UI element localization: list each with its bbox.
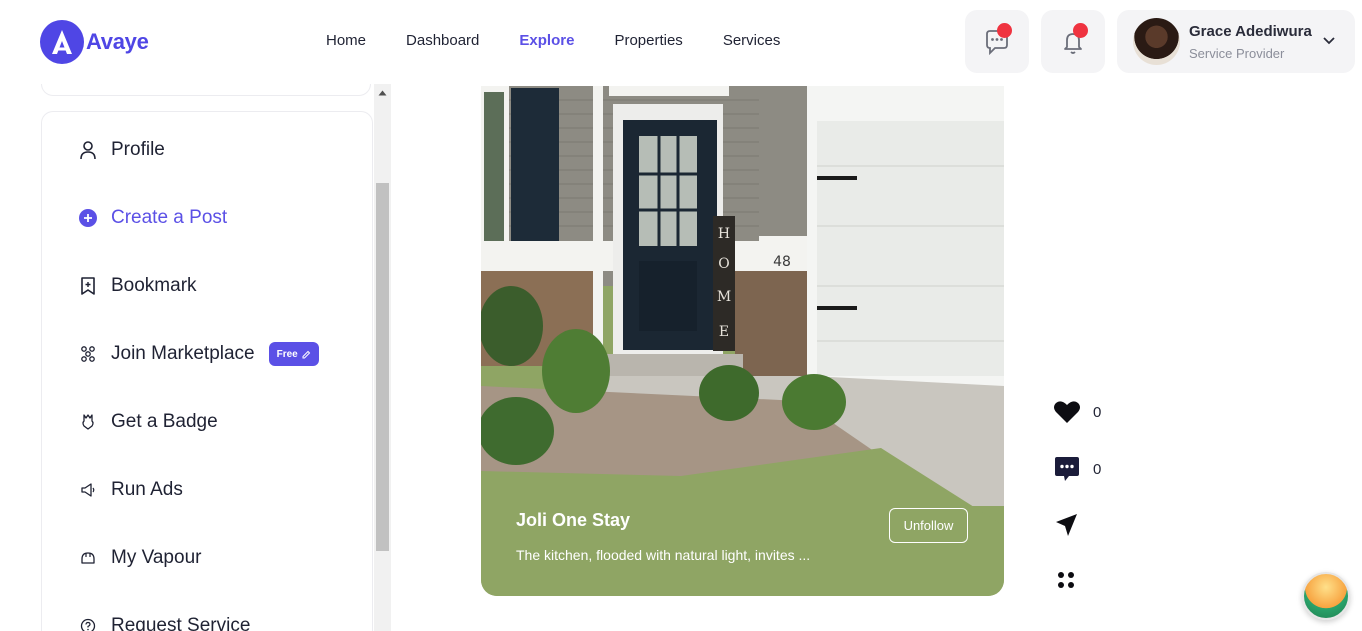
sidebar-item-request-service[interactable]: Request Service	[78, 611, 250, 631]
comment-count: 0	[1093, 460, 1102, 478]
heart-icon	[1054, 401, 1080, 423]
sidebar-item-label: Profile	[111, 139, 165, 160]
sidebar-item-label: Create a Post	[111, 207, 228, 228]
sidebar-item-create-post[interactable]: Create a Post	[78, 203, 227, 233]
sidebar-item-label: Request Service	[111, 615, 251, 631]
bookmark-icon	[78, 276, 98, 296]
sidebar-item-run-ads[interactable]: Run Ads	[78, 475, 183, 505]
vapour-icon	[78, 548, 98, 568]
help-circle-icon	[78, 616, 98, 631]
megaphone-icon	[78, 480, 98, 500]
sidebar-scrollbar[interactable]	[374, 84, 391, 631]
sidebar-top-card	[41, 84, 371, 96]
user-menu[interactable]: Grace Adediwura Service Provider	[1117, 10, 1355, 73]
logo-mark-icon	[40, 20, 84, 64]
chevron-down-icon	[1323, 37, 1335, 45]
avatar	[1133, 18, 1180, 65]
nav-properties[interactable]: Properties	[614, 32, 682, 49]
scrollbar-thumb[interactable]	[376, 183, 389, 551]
sidebar-item-label: Join Marketplace	[111, 343, 255, 364]
logo[interactable]: Avaye	[40, 20, 149, 64]
svg-text:48: 48	[773, 254, 791, 270]
sidebar-item-my-vapour[interactable]: My Vapour	[78, 543, 201, 573]
comment-icon	[1055, 457, 1079, 481]
more-action[interactable]	[1053, 567, 1079, 593]
post-card[interactable]: H O M E 48 Joli One Stay The kitchen, fl…	[481, 86, 1004, 596]
nav-dashboard[interactable]: Dashboard	[406, 32, 479, 49]
sidebar-menu: Profile Create a Post Bookmark Join Mark…	[41, 111, 373, 631]
unfollow-button[interactable]: Unfollow	[889, 508, 968, 543]
svg-text:H: H	[718, 226, 730, 242]
send-icon	[1056, 514, 1077, 536]
sidebar-item-bookmark[interactable]: Bookmark	[78, 271, 197, 301]
main-nav: Home Dashboard Explore Properties Servic…	[326, 32, 820, 49]
user-name: Grace Adediwura	[1189, 23, 1312, 40]
sidebar-item-profile[interactable]: Profile	[78, 135, 165, 165]
svg-text:O: O	[718, 256, 729, 272]
share-action[interactable]	[1053, 511, 1081, 539]
pencil-icon	[302, 350, 310, 358]
notifications-button[interactable]	[1041, 10, 1105, 73]
more-dots-icon	[1058, 572, 1074, 588]
sidebar-item-label: My Vapour	[111, 547, 202, 568]
svg-text:M: M	[717, 289, 731, 305]
nav-explore[interactable]: Explore	[519, 32, 574, 49]
marketplace-icon	[78, 344, 98, 364]
nav-home[interactable]: Home	[326, 32, 366, 49]
user-icon	[78, 140, 98, 160]
sidebar-item-label: Get a Badge	[111, 411, 218, 432]
user-role: Service Provider	[1189, 46, 1285, 61]
post-title: Joli One Stay	[516, 510, 631, 530]
nav-services[interactable]: Services	[723, 32, 781, 49]
sidebar-item-label: Run Ads	[111, 479, 183, 500]
logo-text: Avaye	[86, 29, 149, 54]
post-description: The kitchen, flooded with natural light,…	[516, 547, 811, 563]
messages-alert-dot	[997, 23, 1012, 38]
sidebar-item-join-marketplace[interactable]: Join Marketplace Free	[78, 339, 319, 369]
floating-assistant-button[interactable]	[1302, 572, 1350, 620]
scroll-up-arrow-icon[interactable]	[374, 90, 391, 100]
like-action[interactable]: 0	[1053, 399, 1101, 425]
sidebar-item-get-badge[interactable]: Get a Badge	[78, 407, 218, 437]
comment-action[interactable]: 0	[1053, 455, 1101, 483]
notifications-alert-dot	[1073, 23, 1088, 38]
like-count: 0	[1093, 403, 1102, 421]
badge-icon	[78, 412, 98, 432]
plus-circle-icon	[78, 208, 98, 228]
sidebar-item-label: Bookmark	[111, 275, 197, 296]
top-header: Avaye Home Dashboard Explore Properties …	[0, 0, 1362, 84]
free-badge: Free	[268, 342, 319, 366]
svg-text:E: E	[719, 324, 729, 340]
messages-button[interactable]	[965, 10, 1029, 73]
